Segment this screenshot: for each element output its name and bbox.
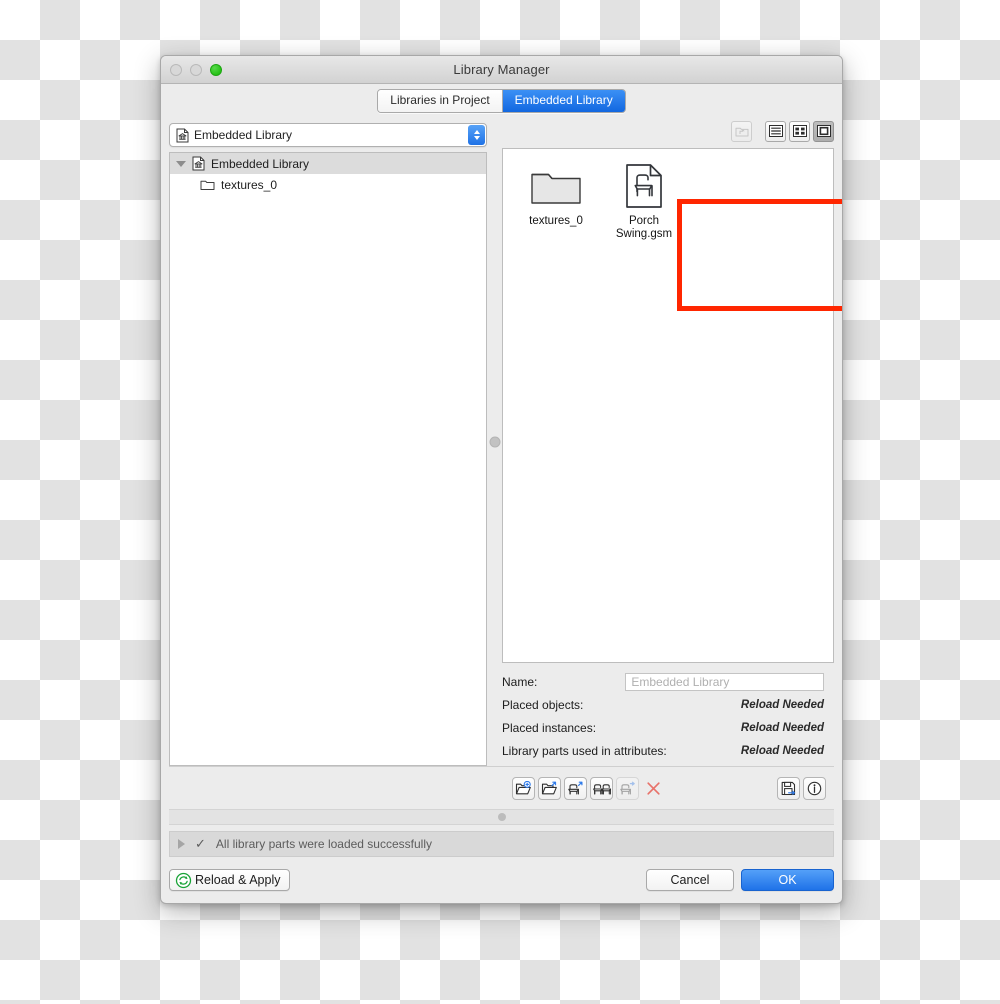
library-content-icon-view[interactable]: textures_0 Porch Swing.gsm	[502, 148, 834, 663]
content-item-porch-swing[interactable]: Porch Swing.gsm	[605, 163, 683, 241]
folder-icon	[529, 163, 583, 209]
tab-embedded-library[interactable]: Embedded Library	[501, 89, 625, 112]
triangle-right-icon[interactable]	[178, 839, 185, 849]
action-toolbar-left-group	[512, 776, 665, 800]
library-parts-attributes-label: Library parts used in attributes:	[502, 743, 667, 758]
horizontal-splitter[interactable]	[169, 809, 834, 825]
view-mode-toolbar	[502, 117, 834, 148]
library-manager-window: Library Manager Libraries in Project Emb…	[160, 55, 843, 904]
tree-item-textures-0[interactable]: textures_0	[170, 174, 486, 195]
status-bar[interactable]: ✓ All library parts were loaded successf…	[169, 831, 834, 857]
library-document-icon	[192, 156, 205, 171]
content-item-textures-0[interactable]: textures_0	[517, 163, 595, 241]
info-button[interactable]	[803, 776, 826, 800]
content-item-list: textures_0 Porch Swing.gsm	[503, 149, 833, 241]
placed-objects-row: Placed objects: Reload Needed	[502, 693, 834, 716]
dialog-footer: Reload & Apply Cancel OK	[161, 857, 842, 903]
go-up-folder-button[interactable]	[731, 120, 752, 142]
reload-circular-arrows-icon	[175, 872, 192, 889]
add-library-part-button[interactable]	[564, 776, 587, 800]
content-item-label: textures_0	[529, 215, 583, 227]
tab-strip: Libraries in Project Embedded Library	[161, 84, 842, 117]
tree-item-embedded-library[interactable]: Embedded Library	[170, 153, 486, 174]
info-panel: Name: Embedded Library Placed objects: R…	[502, 663, 834, 766]
minimize-button[interactable]	[190, 63, 202, 76]
splitter-grab-handle[interactable]	[489, 436, 500, 447]
library-parts-attributes-row: Library parts used in attributes: Reload…	[502, 739, 834, 762]
tree-item-label: textures_0	[221, 177, 278, 192]
pane-splitter[interactable]	[487, 117, 502, 766]
tree-item-label: Embedded Library	[211, 156, 310, 171]
library-select-value: Embedded Library	[194, 128, 293, 142]
save-library-button[interactable]	[777, 776, 800, 800]
name-input[interactable]: Embedded Library	[625, 672, 824, 691]
open-library-folder-button[interactable]	[538, 776, 561, 800]
reload-and-apply-button[interactable]: Reload & Apply	[169, 869, 291, 891]
chevron-down-icon[interactable]	[176, 160, 186, 167]
window-title: Library Manager	[453, 62, 550, 77]
name-row: Name: Embedded Library	[502, 670, 834, 693]
reload-and-apply-label: Reload & Apply	[195, 873, 281, 887]
name-label: Name:	[502, 674, 538, 689]
right-pane: textures_0 Porch Swing.gsm Name: Embedde…	[502, 117, 834, 766]
library-select-popup[interactable]: Embedded Library	[169, 123, 487, 147]
traffic-light-buttons	[170, 63, 222, 76]
ok-button[interactable]: OK	[741, 869, 834, 891]
dialog-body: Embedded Library Embedded Library textur…	[161, 117, 842, 809]
segmented-tabs: Libraries in Project Embedded Library	[377, 88, 626, 113]
action-toolbar	[169, 766, 834, 809]
library-part-chair-icon	[624, 163, 664, 209]
left-pane: Embedded Library Embedded Library textur…	[169, 117, 487, 766]
large-icon-view-button[interactable]	[813, 120, 834, 142]
duplicate-library-part-button[interactable]	[590, 776, 613, 800]
library-tree[interactable]: Embedded Library textures_0	[169, 152, 487, 766]
placed-instances-value: Reload Needed	[740, 721, 824, 734]
stepper-arrows[interactable]	[468, 125, 485, 145]
cancel-button[interactable]: Cancel	[646, 869, 734, 891]
split-pane: Embedded Library Embedded Library textur…	[169, 117, 834, 766]
grid-view-button[interactable]	[789, 120, 810, 142]
placed-objects-value: Reload Needed	[740, 698, 824, 711]
close-button[interactable]	[170, 63, 182, 76]
status-message: All library parts were loaded successful…	[215, 837, 432, 851]
library-parts-attributes-value: Reload Needed	[740, 744, 824, 757]
placed-instances-row: Placed instances: Reload Needed	[502, 716, 834, 739]
list-view-button[interactable]	[765, 120, 786, 142]
splitter-grab-handle[interactable]	[497, 813, 506, 821]
placed-instances-label: Placed instances:	[502, 720, 597, 735]
title-bar: Library Manager	[161, 56, 842, 84]
delete-button[interactable]	[642, 777, 665, 800]
folder-icon	[200, 178, 215, 191]
library-document-icon	[176, 128, 189, 143]
action-toolbar-right-group	[777, 776, 826, 800]
content-item-label: Porch Swing.gsm	[615, 215, 673, 240]
zoom-button[interactable]	[210, 63, 222, 76]
tab-libraries-in-project[interactable]: Libraries in Project	[378, 89, 502, 112]
add-library-folder-button[interactable]	[512, 776, 535, 800]
move-library-part-button[interactable]	[616, 776, 639, 800]
checkmark-icon: ✓	[195, 836, 206, 851]
placed-objects-label: Placed objects:	[502, 697, 584, 712]
